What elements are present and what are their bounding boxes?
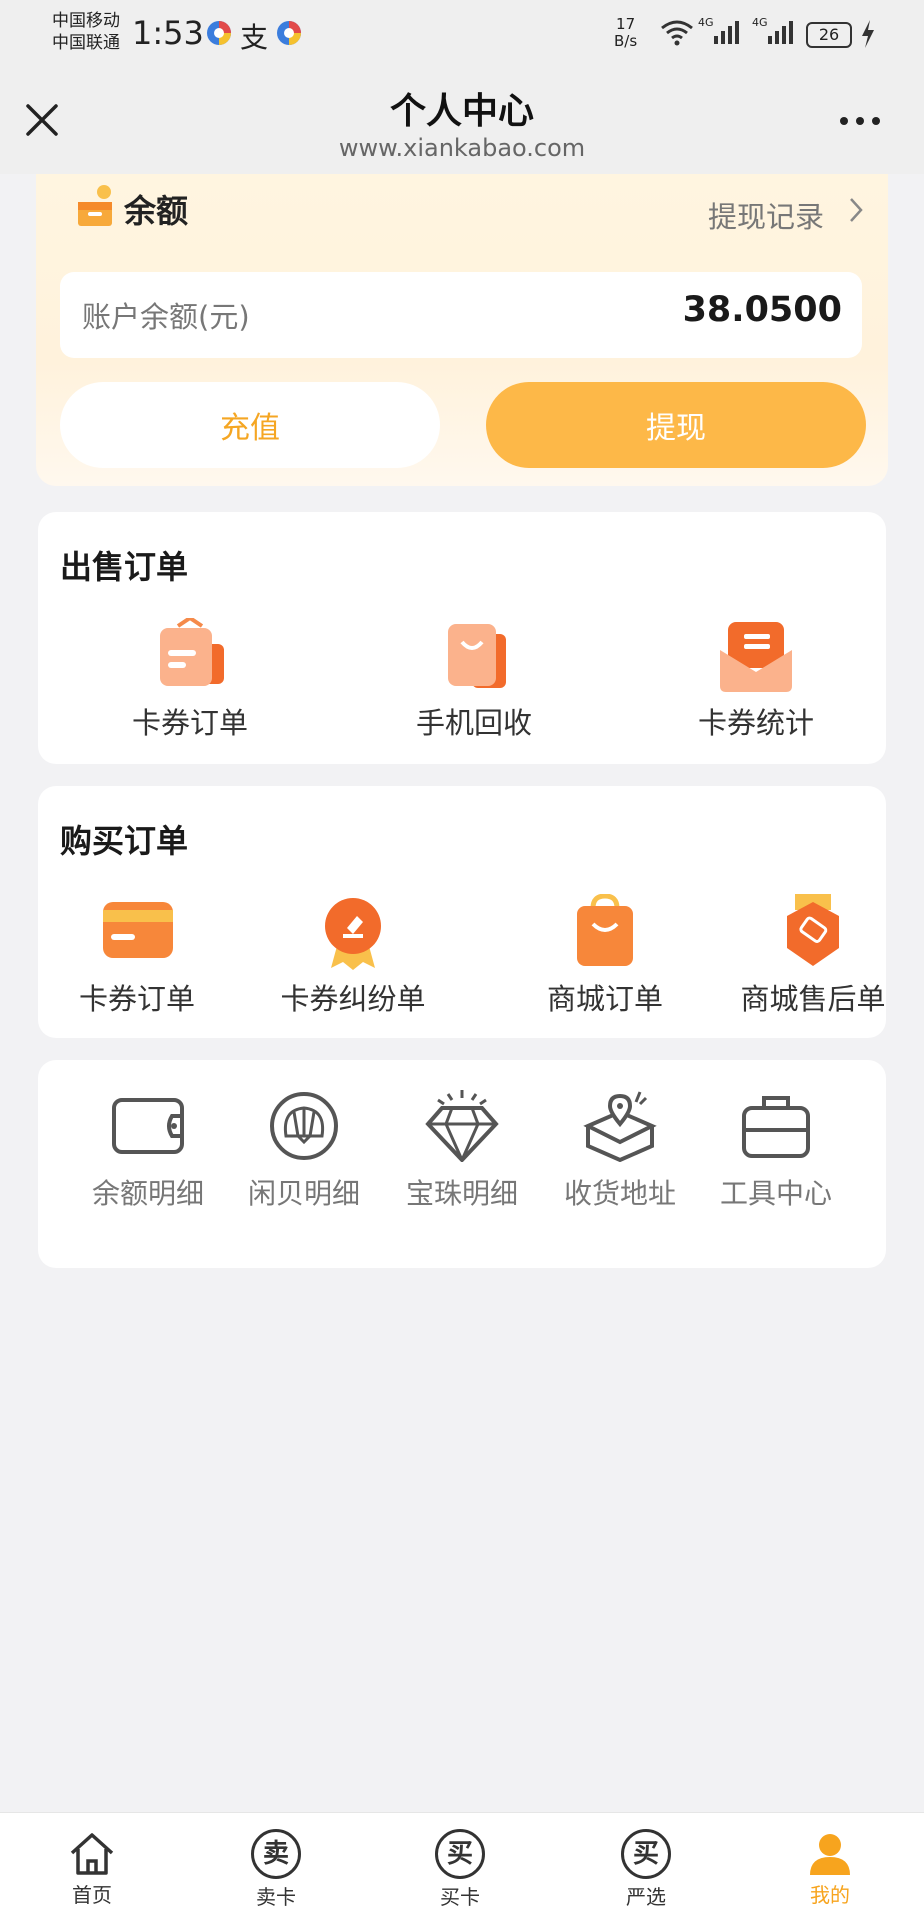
tab-sell-card[interactable]: 卖 卖卡: [184, 1813, 368, 1921]
item-label: 卡券统计: [697, 706, 814, 740]
diamond-icon: [425, 1090, 499, 1162]
page-title: 个人中心: [389, 91, 534, 132]
item-label: 商城售后单: [740, 982, 886, 1016]
balance-card: 余额 提现记录 账户余额(元) 38.0500 充值 提现: [36, 174, 888, 486]
coupon-badge-icon: [787, 894, 839, 966]
app-notification-icon-2: [277, 21, 301, 45]
balance-detail[interactable]: 余额明细: [78, 1090, 218, 1212]
item-label: 收货地址: [563, 1177, 676, 1210]
sell-orders-title: 出售订单: [60, 548, 189, 586]
tool-center[interactable]: 工具中心: [706, 1090, 846, 1212]
sell-orders-card: 出售订单 卡券订单 手机回收 卡券统计: [38, 512, 886, 764]
gavel-badge-icon: [325, 898, 381, 970]
wallet-box-icon: [78, 185, 112, 226]
briefcase-icon: [742, 1096, 810, 1158]
charging-icon: [862, 20, 874, 48]
sell-voucher-orders[interactable]: 卡券订单: [100, 618, 280, 742]
carrier-info: 中国移动 中国联通: [52, 10, 120, 54]
status-bar: 中国移动 中国联通 1:53 支 17 B/s 4G 4G 26: [0, 0, 924, 62]
withdraw-button[interactable]: 提现: [486, 382, 866, 468]
shopping-bag-icon: [448, 624, 506, 688]
tab-label: 首页: [72, 1883, 112, 1907]
tab-label: 买卡: [440, 1885, 480, 1909]
location-box-icon: [583, 1091, 657, 1162]
buy-voucher-orders[interactable]: 卡券订单: [52, 894, 222, 1018]
carrier-2: 中国联通: [52, 33, 120, 53]
tab-label: 严选: [626, 1885, 666, 1909]
more-menu-icon[interactable]: [836, 110, 890, 130]
shipping-address[interactable]: 收货地址: [550, 1090, 690, 1212]
buy-icon: 买: [435, 1829, 485, 1879]
item-label: 宝珠明细: [405, 1177, 518, 1210]
item-label: 闲贝明细: [247, 1177, 360, 1210]
home-icon: [70, 1833, 114, 1875]
buy-voucher-disputes[interactable]: 卡券纠纷单: [258, 894, 448, 1018]
balance-title: 余额: [124, 192, 189, 230]
item-label: 余额明细: [91, 1177, 204, 1210]
item-label: 工具中心: [719, 1177, 832, 1210]
tab-home[interactable]: 首页: [0, 1813, 184, 1921]
carrier-1: 中国移动: [52, 11, 120, 31]
page-url: www.xiankabao.com: [338, 134, 586, 162]
account-balance-label: 账户余额(元): [82, 300, 250, 334]
bottom-tab-bar: 首页 卖 卖卡 买 买卡 买 严选 我的: [0, 1812, 924, 1921]
mall-bag-icon: [577, 894, 633, 966]
item-label: 商城订单: [546, 982, 663, 1016]
battery-level: 26: [806, 22, 852, 48]
alipay-notification-icon: 支: [240, 21, 269, 54]
wifi-icon: [661, 20, 693, 46]
app-notification-icon: [207, 21, 231, 45]
buy-orders-card: 购买订单 卡券订单 卡券纠纷单 商城订单 商城售后单: [38, 786, 886, 1038]
item-label: 卡券订单: [78, 982, 195, 1016]
item-label: 卡券纠纷单: [280, 982, 426, 1016]
chevron-right-icon[interactable]: [848, 196, 864, 224]
sell-voucher-stats[interactable]: 卡券统计: [666, 618, 846, 742]
account-balance-amount: 38.0500: [682, 290, 842, 330]
nav-bar: 个人中心 www.xiankabao.com: [0, 62, 924, 174]
withdraw-record-link[interactable]: 提现记录: [708, 194, 824, 236]
tab-label: 卖卡: [256, 1885, 296, 1909]
voucher-order-icon: [160, 618, 224, 686]
card-icon: [103, 902, 173, 958]
buy-orders-title: 购买订单: [60, 822, 189, 860]
account-balance-row: 账户余额(元) 38.0500: [60, 272, 862, 358]
speed-unit: B/s: [614, 32, 638, 50]
buy-mall-aftersales[interactable]: 商城售后单: [728, 894, 898, 1018]
tools-card: 余额明细 闲贝明细 宝珠明细 收货地址 工具中心: [38, 1060, 886, 1268]
tab-buy-card[interactable]: 买 买卡: [368, 1813, 552, 1921]
network-speed: 17 B/s: [614, 16, 637, 50]
sell-phone-recycle[interactable]: 手机回收: [384, 618, 564, 742]
recharge-button[interactable]: 充值: [60, 382, 440, 468]
sell-icon: 卖: [251, 1829, 301, 1879]
wallet-icon: [112, 1098, 184, 1154]
item-label: 手机回收: [415, 706, 532, 740]
envelope-stats-icon: [720, 622, 792, 692]
pearl-detail[interactable]: 宝珠明细: [392, 1090, 532, 1212]
signal-icon-1: [714, 21, 739, 44]
item-label: 卡券订单: [131, 706, 248, 740]
shell-icon: [270, 1092, 338, 1160]
tab-label: 我的: [810, 1883, 850, 1907]
buy-mall-orders[interactable]: 商城订单: [510, 894, 700, 1018]
shell-detail[interactable]: 闲贝明细: [234, 1090, 374, 1212]
signal-icon-2: [768, 21, 793, 44]
selected-buy-icon: 买: [621, 1829, 671, 1879]
tab-mine[interactable]: 我的: [738, 1813, 922, 1921]
tab-selected[interactable]: 买 严选: [554, 1813, 738, 1921]
speed-value: 17: [616, 15, 636, 33]
status-time: 1:53: [132, 14, 204, 52]
user-icon: [810, 1834, 850, 1875]
